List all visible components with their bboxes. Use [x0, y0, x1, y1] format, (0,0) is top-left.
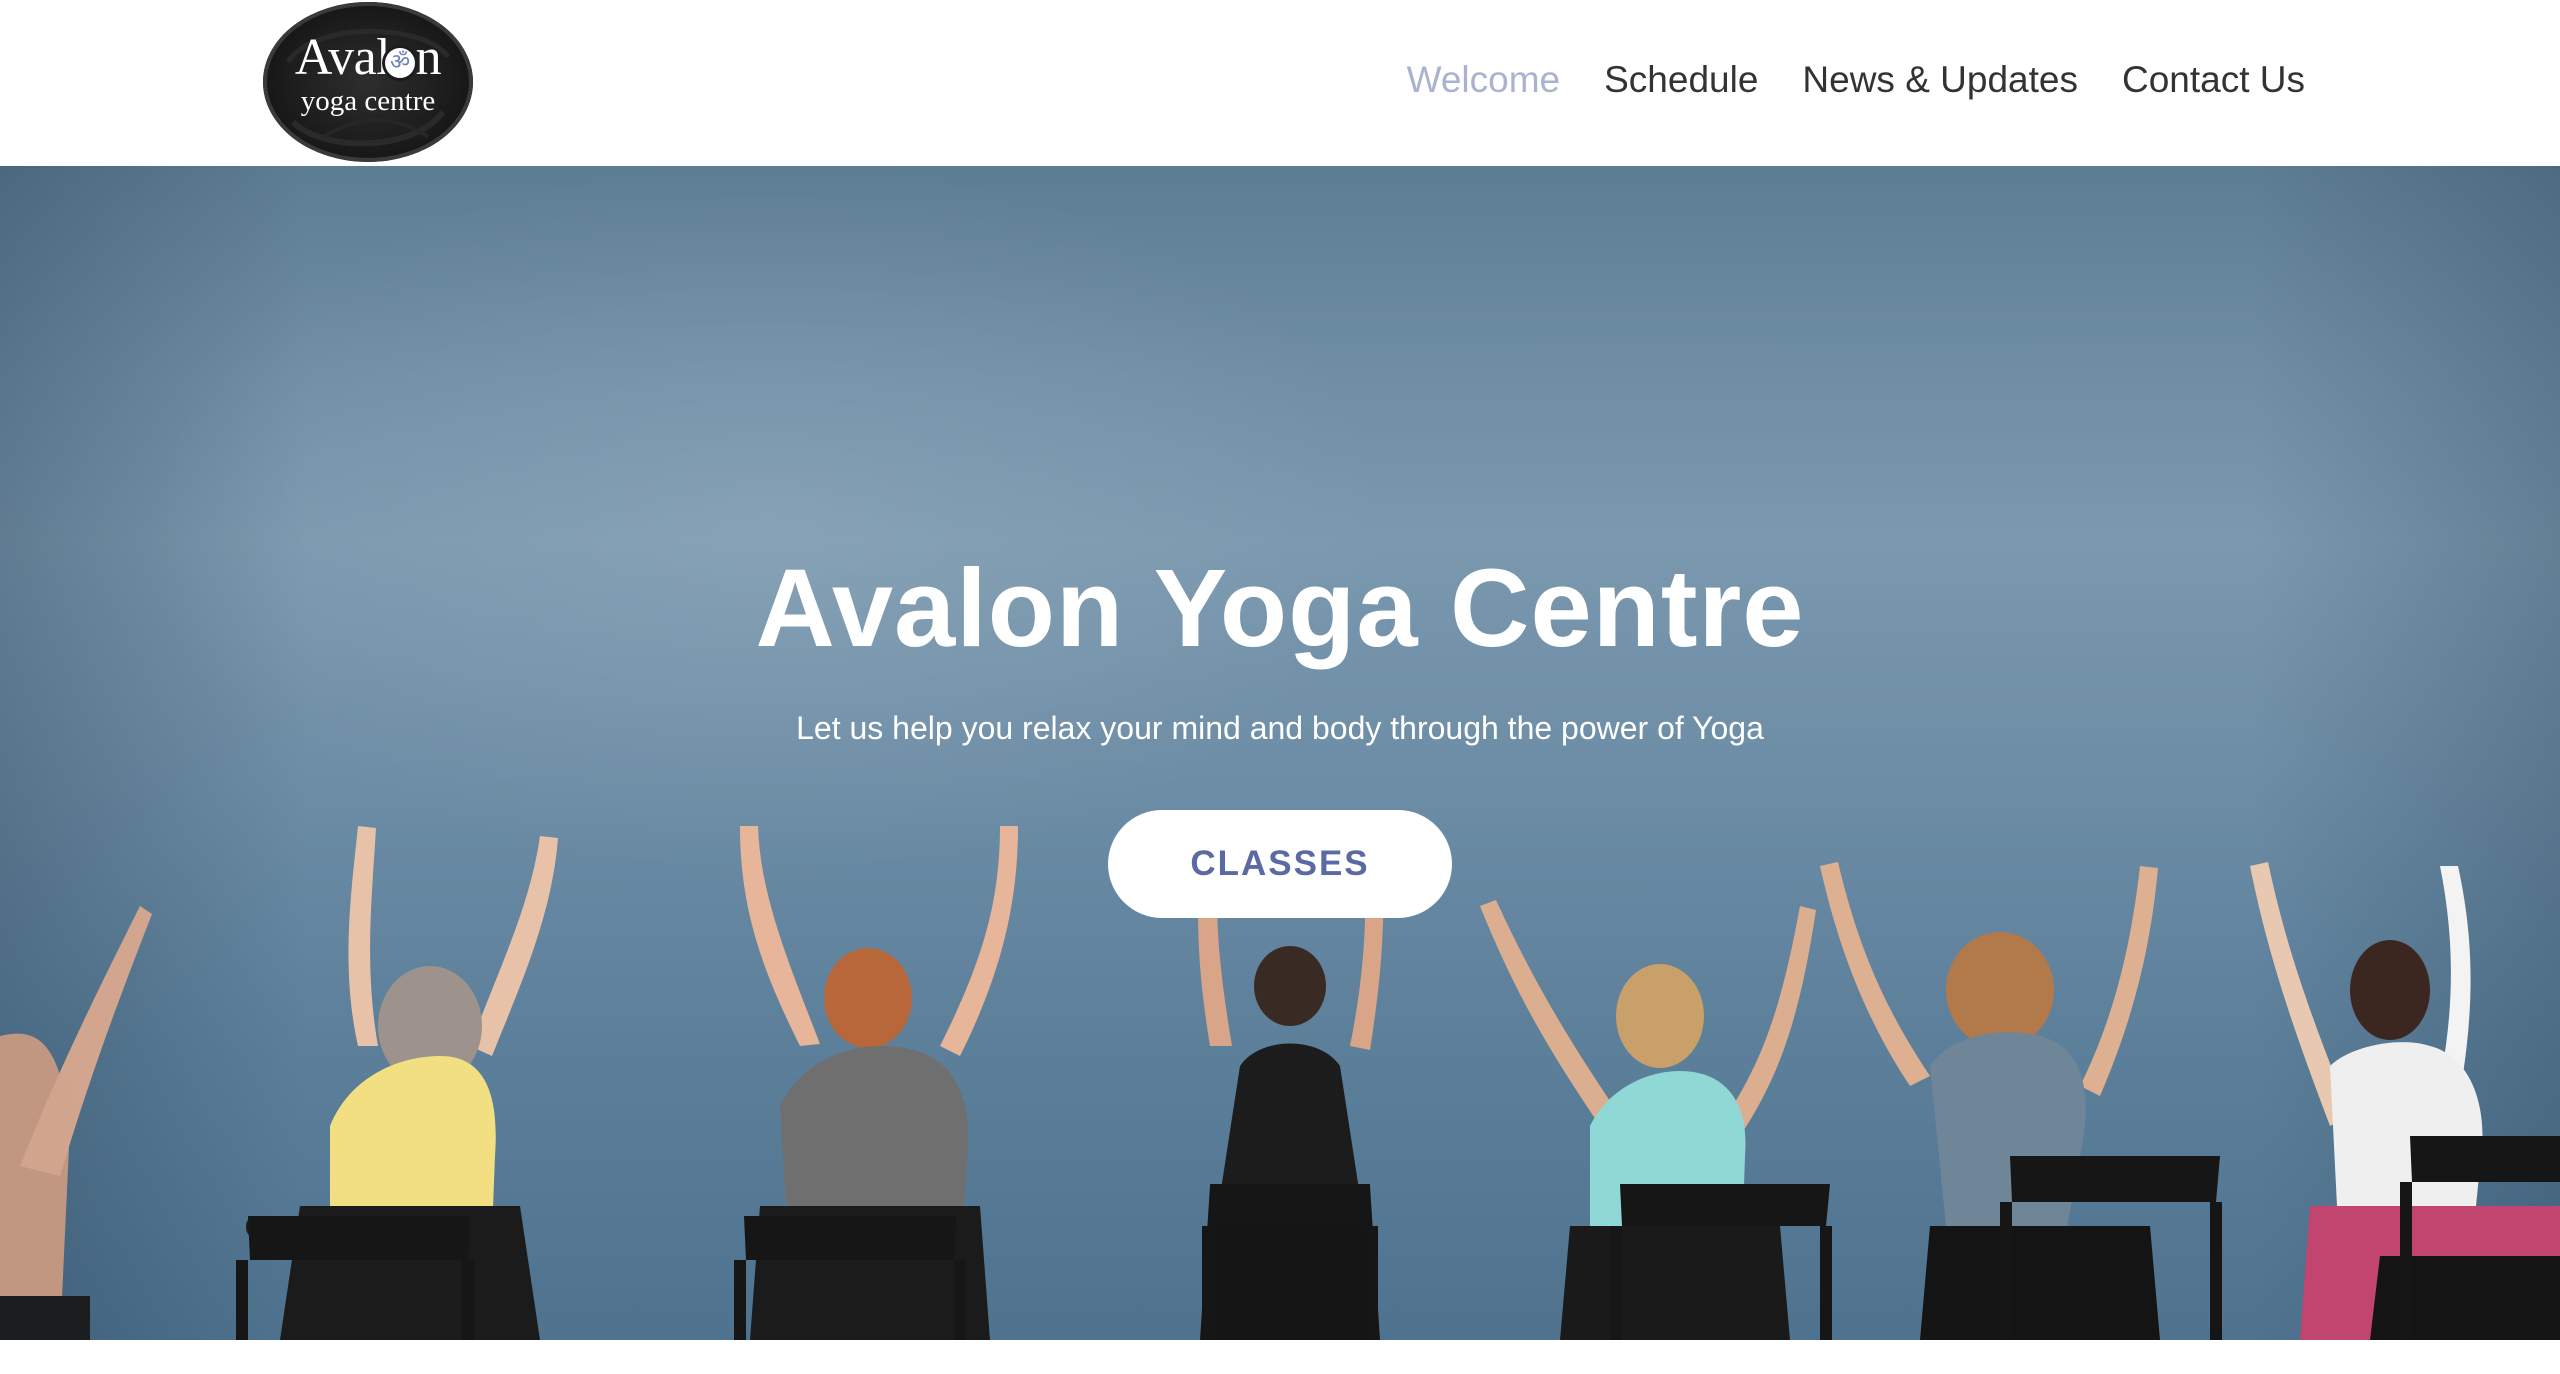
hero-photo-yoga-class	[0, 826, 2560, 1340]
logo-subtitle: yoga centre	[300, 85, 436, 117]
om-icon: ॐ	[385, 48, 415, 78]
main-nav: Welcome Schedule News & Updates Contact …	[1407, 58, 2305, 102]
nav-item-welcome[interactable]: Welcome	[1407, 58, 1561, 102]
nav-item-contact-us[interactable]: Contact Us	[2122, 58, 2305, 102]
hero-title: Avalon Yoga Centre	[755, 547, 1805, 670]
chairs	[236, 1136, 2560, 1340]
classes-button[interactable]: CLASSES	[1108, 810, 1452, 918]
hero-banner: Avalon Yoga Centre Let us help you relax…	[0, 166, 2560, 1340]
person-6	[1820, 862, 2160, 1340]
site-header: Avalon ॐ yoga centre Welcome Schedule Ne…	[0, 0, 2560, 166]
site-logo[interactable]: Avalon ॐ yoga centre	[263, 2, 473, 162]
page-bottom-strip	[0, 1340, 2560, 1374]
logo-name: Avalon	[294, 29, 442, 86]
person-3	[740, 826, 1018, 1340]
nav-item-schedule[interactable]: Schedule	[1604, 58, 1758, 102]
person-5	[1480, 900, 1816, 1340]
person-1	[0, 906, 152, 1340]
nav-item-news-updates[interactable]: News & Updates	[1802, 58, 2078, 102]
hero-subtitle: Let us help you relax your mind and body…	[796, 710, 1764, 746]
person-2	[246, 826, 558, 1340]
person-4	[1198, 866, 1384, 1340]
